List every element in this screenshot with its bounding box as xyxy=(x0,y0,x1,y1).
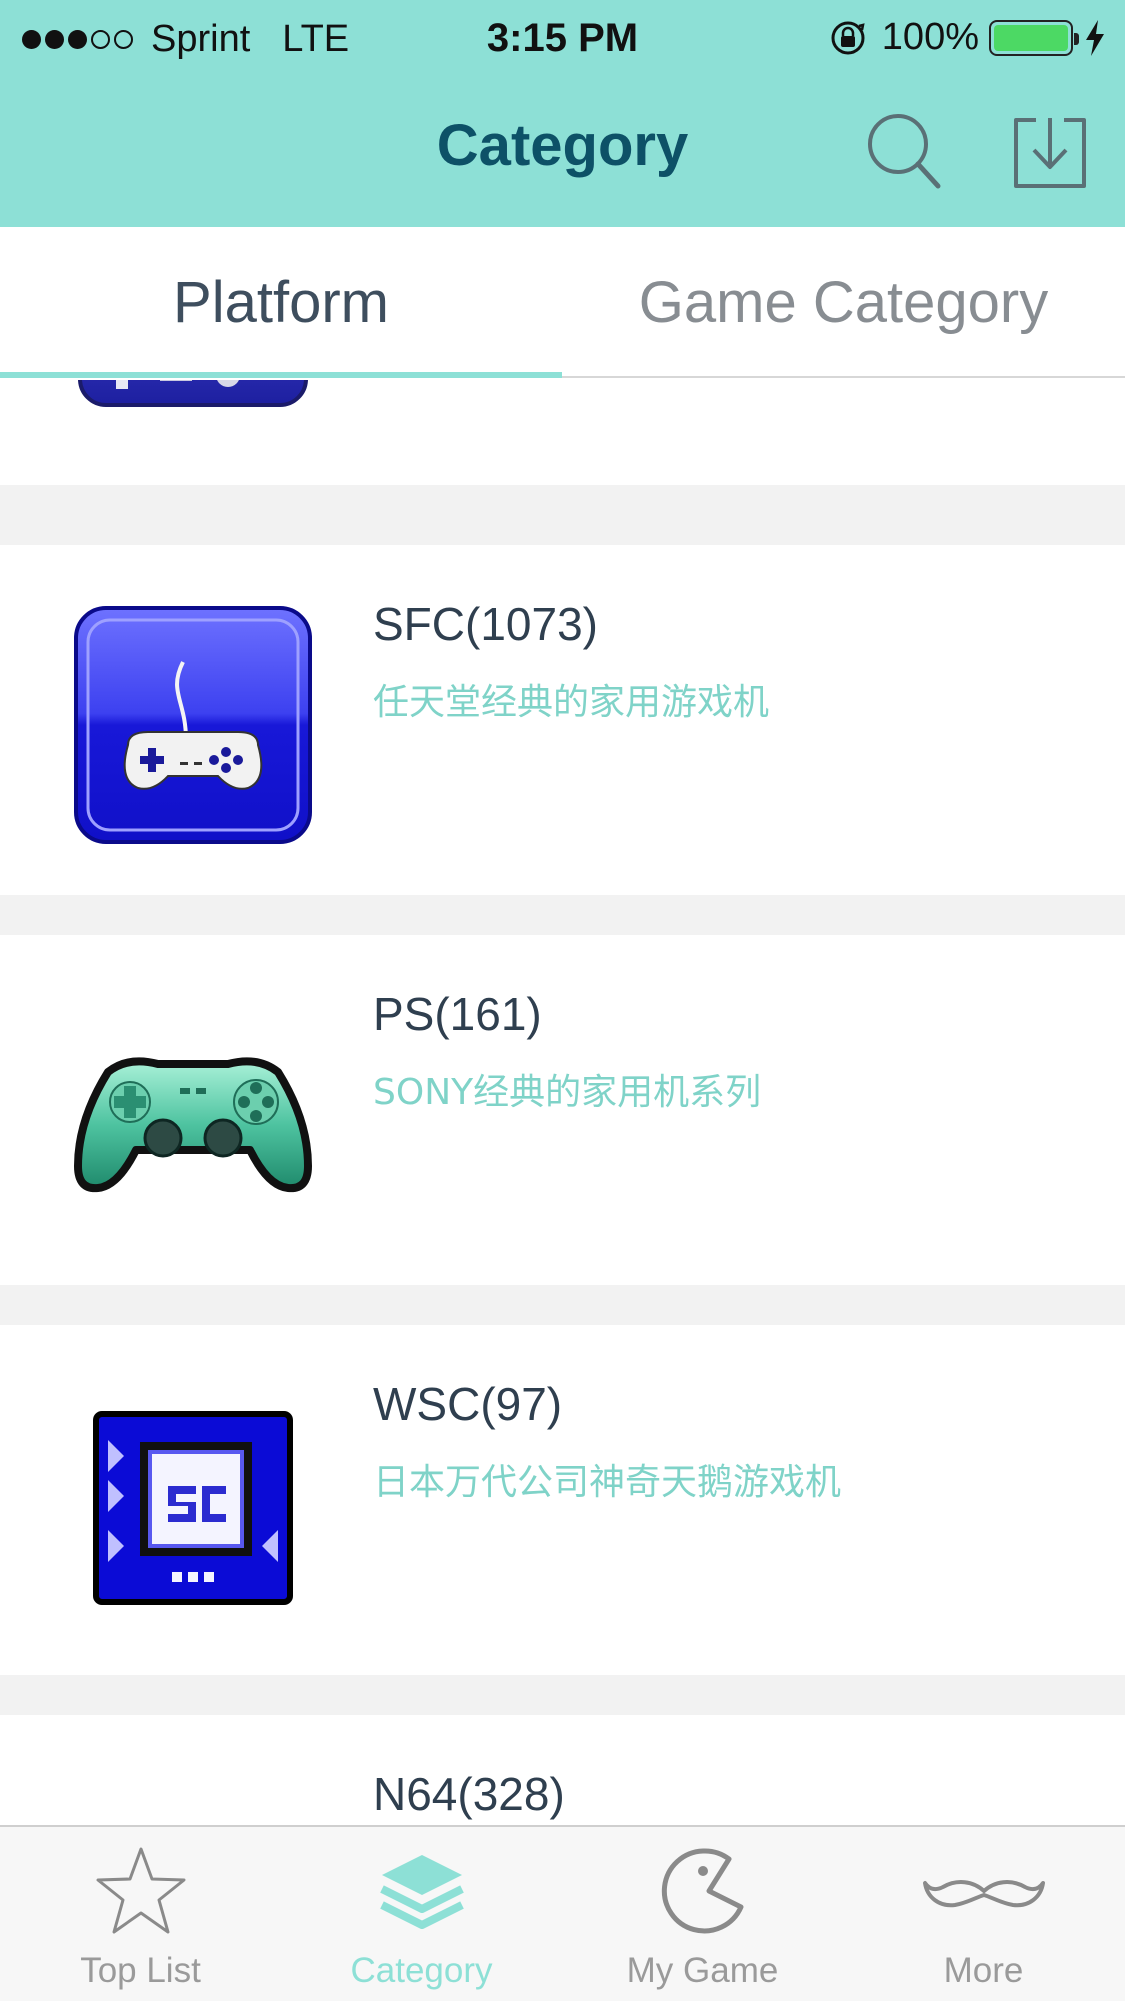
list-item[interactable]: PS(161) SONY经典的家用机系列 xyxy=(0,935,1125,1285)
download-button[interactable] xyxy=(1010,110,1092,192)
platform-title: N64(328) xyxy=(373,1768,565,1820)
platform-title: WSC(97) xyxy=(373,1378,563,1430)
layers-icon xyxy=(380,1855,464,1929)
charging-bolt-icon xyxy=(1086,19,1104,56)
wsc-console-icon xyxy=(68,1380,318,1630)
star-icon xyxy=(96,1847,186,1934)
ps-controller-icon xyxy=(68,990,318,1240)
tabbar-label: Top List xyxy=(80,1951,201,1990)
battery-percent: 100% xyxy=(881,16,979,58)
mustache-icon xyxy=(923,1880,1045,1908)
nav-header: Sprint LTE 3:15 PM 100% Category xyxy=(0,0,1125,227)
sfc-controller-icon xyxy=(68,600,318,850)
tab-game-category[interactable]: Game Category xyxy=(562,227,1125,378)
download-icon xyxy=(1014,118,1086,188)
platform-description: 任天堂经典的家用游戏机 xyxy=(373,682,770,723)
list-item[interactable]: SFC(1073) 任天堂经典的家用游戏机 xyxy=(0,545,1125,895)
platform-title: PS(161) xyxy=(373,988,542,1040)
tabbar-item-category[interactable]: Category xyxy=(281,1827,562,2001)
list-item[interactable]: WSC(97) 日本万代公司神奇天鹅游戏机 xyxy=(0,1325,1125,1675)
platform-title: SFC(1073) xyxy=(373,598,598,650)
tab-active-indicator xyxy=(0,372,562,378)
gba-gamepad-icon xyxy=(68,380,318,425)
list-item[interactable]: N64(328) xyxy=(0,1715,1125,1825)
search-button[interactable] xyxy=(864,110,946,192)
tab-platform[interactable]: Platform xyxy=(0,227,562,378)
tabbar-item-my-game[interactable]: My Game xyxy=(562,1827,843,2001)
status-right: 100% xyxy=(828,16,1107,59)
battery-tip xyxy=(1074,32,1079,45)
rotation-lock-icon xyxy=(831,21,865,54)
battery-icon xyxy=(989,19,1079,56)
search-icon xyxy=(868,114,941,189)
platform-description: SONY经典的家用机系列 xyxy=(373,1072,762,1113)
tabbar-label: More xyxy=(943,1951,1024,1990)
tabbar-item-top-list[interactable]: Top List xyxy=(0,1827,281,2001)
status-bar: Sprint LTE 3:15 PM 100% xyxy=(0,0,1125,80)
list-item[interactable] xyxy=(0,380,1125,485)
tabbar-item-more[interactable]: More xyxy=(843,1827,1124,2001)
battery-level xyxy=(994,24,1068,51)
tabbar-label: My Game xyxy=(626,1951,779,1990)
page-title: Category xyxy=(436,113,689,178)
segment-tabs: Platform Game Category xyxy=(0,227,1125,378)
pacman-icon xyxy=(661,1848,744,1934)
n64-icon xyxy=(68,1770,318,1825)
tabbar-label: Category xyxy=(350,1951,493,1990)
platform-list[interactable]: SFC(1073) 任天堂经典的家用游戏机 PS(161) SONY经典的家用机… xyxy=(0,380,1125,1825)
bottom-tab-bar: Top List Category My Game More xyxy=(0,1825,1125,2001)
platform-description: 日本万代公司神奇天鹅游戏机 xyxy=(373,1462,842,1503)
